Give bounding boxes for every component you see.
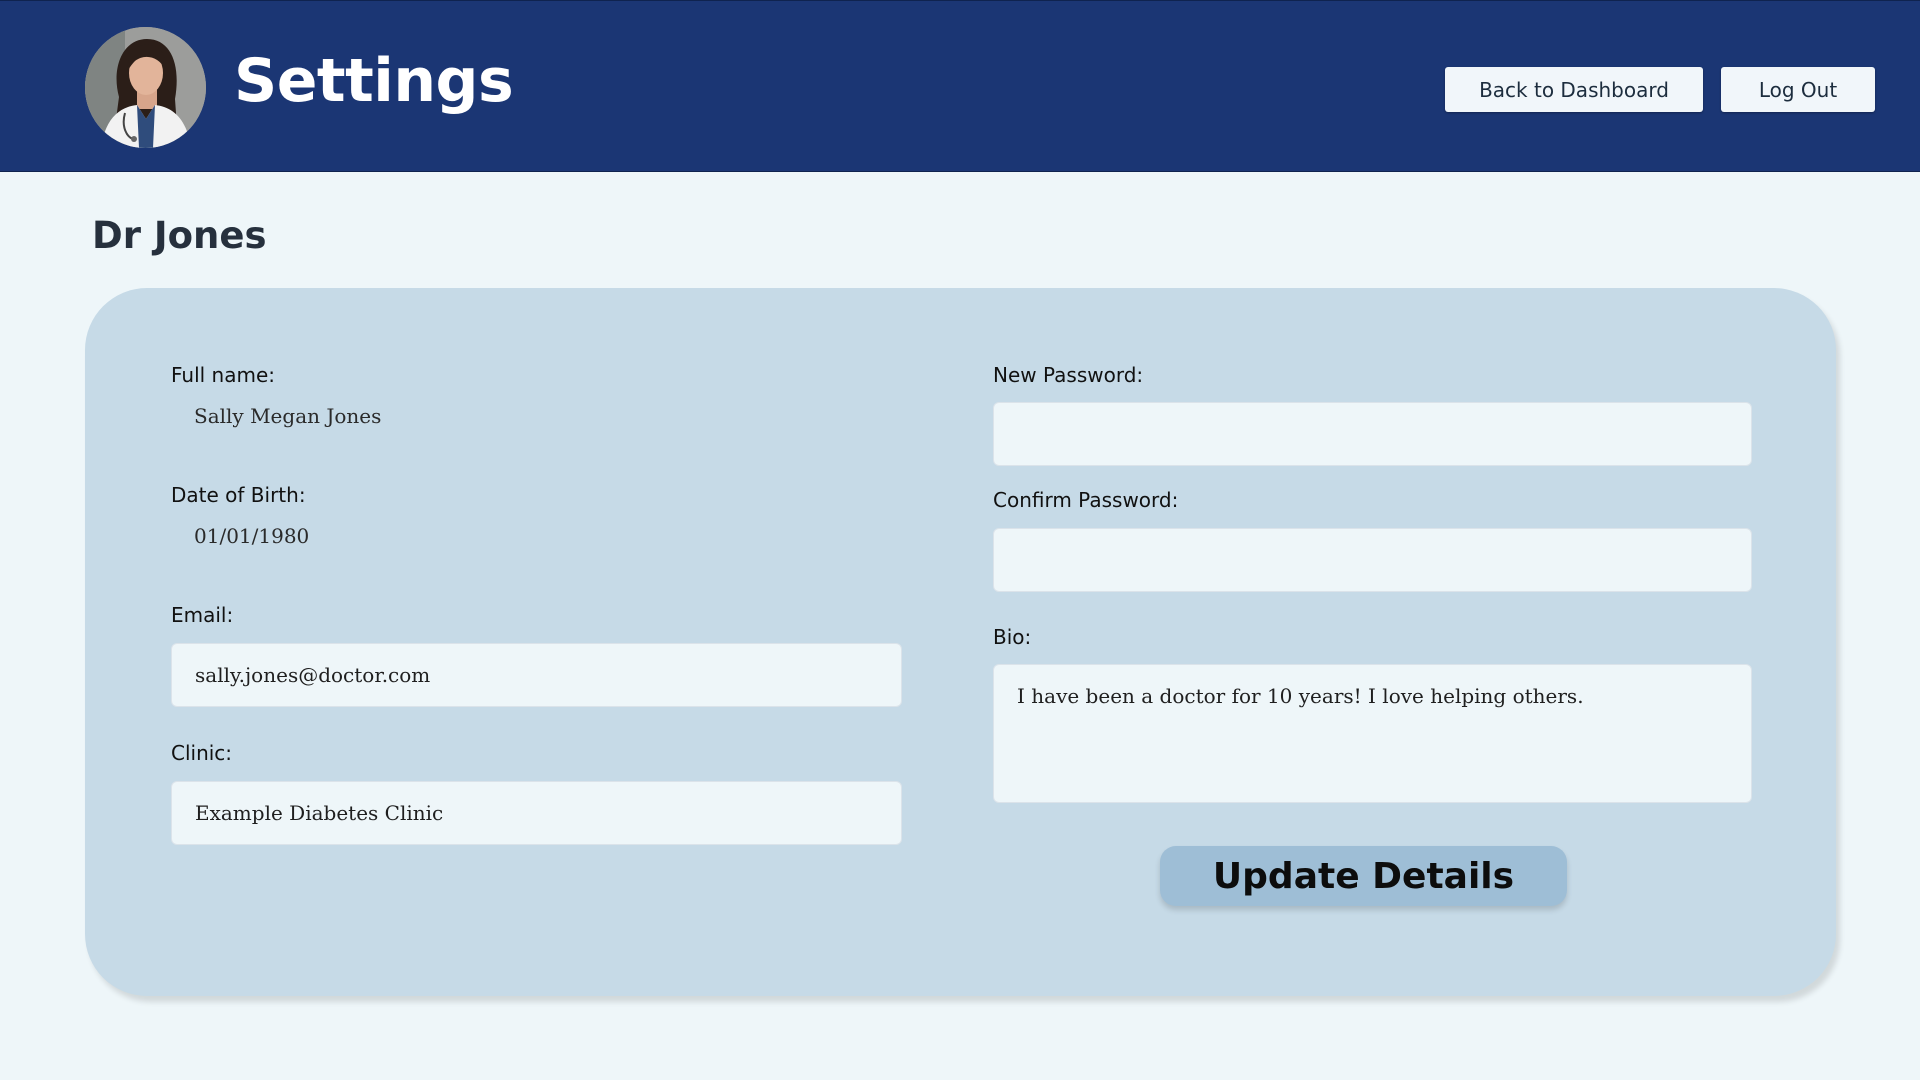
full-name-label: Full name: xyxy=(171,363,276,387)
confirm-password-label: Confirm Password: xyxy=(993,488,1179,512)
new-password-label: New Password: xyxy=(993,363,1144,387)
confirm-password-field[interactable] xyxy=(993,528,1752,592)
bio-label: Bio: xyxy=(993,625,1032,649)
doctor-name-heading: Dr Jones xyxy=(92,214,267,257)
dob-value: 01/01/1980 xyxy=(194,524,310,548)
avatar xyxy=(85,27,206,148)
avatar-image xyxy=(85,27,206,148)
email-label: Email: xyxy=(171,603,234,627)
settings-card xyxy=(85,288,1836,996)
email-field[interactable] xyxy=(171,643,902,707)
log-out-button[interactable]: Log Out xyxy=(1721,67,1875,112)
bio-textarea[interactable]: I have been a doctor for 10 years! I lov… xyxy=(993,664,1752,803)
back-to-dashboard-button[interactable]: Back to Dashboard xyxy=(1445,67,1703,112)
dob-label: Date of Birth: xyxy=(171,483,306,507)
top-header: Settings Back to Dashboard Log Out xyxy=(0,0,1920,172)
new-password-field[interactable] xyxy=(993,402,1752,466)
full-name-value: Sally Megan Jones xyxy=(194,404,382,428)
clinic-label: Clinic: xyxy=(171,741,233,765)
clinic-field[interactable] xyxy=(171,781,902,845)
update-details-button[interactable]: Update Details xyxy=(1160,846,1567,906)
page-title: Settings xyxy=(234,46,514,116)
